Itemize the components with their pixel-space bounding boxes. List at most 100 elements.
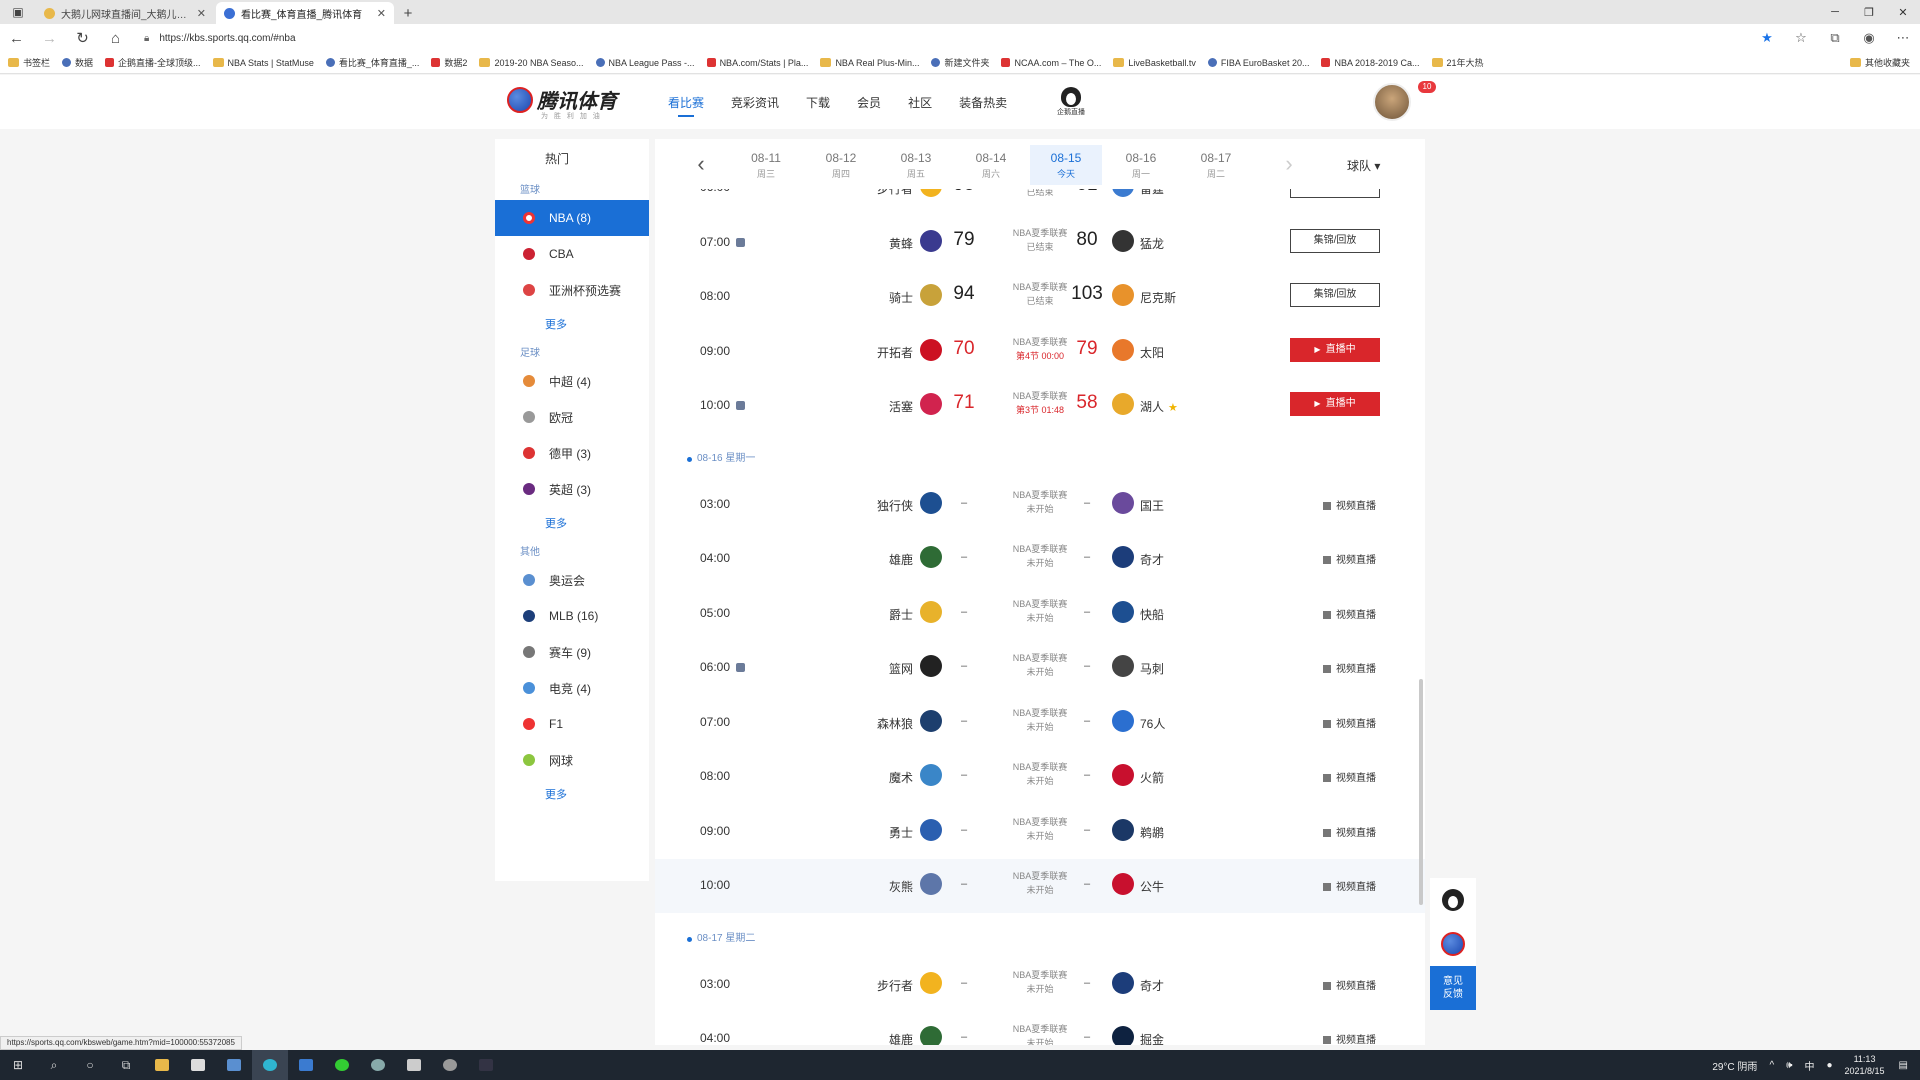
- video-live-link[interactable]: 视频直播: [1323, 977, 1376, 992]
- bookmark-item[interactable]: 2019-20 NBA Seaso...: [479, 56, 584, 69]
- home-team-name[interactable]: 爵士: [833, 606, 913, 623]
- url-field[interactable]: 🔒︎ https://kbs.sports.qq.com/#nba: [144, 27, 1684, 49]
- home-team-name[interactable]: 森林狼: [833, 715, 913, 732]
- home-team-logo-icon[interactable]: [920, 393, 942, 415]
- video-live-link[interactable]: 视频直播: [1323, 606, 1376, 621]
- date-tab[interactable]: 08-16 周一: [1105, 145, 1177, 185]
- video-live-link[interactable]: 视频直播: [1323, 551, 1376, 566]
- more-menu-icon[interactable]: ⋯: [1886, 30, 1920, 46]
- site-logo[interactable]: 腾讯体育 为 胜 利 加 油: [507, 85, 617, 120]
- home-team-name[interactable]: 独行侠: [833, 497, 913, 514]
- favorite-star-icon[interactable]: ★: [1168, 402, 1178, 414]
- game-row[interactable]: 09:00 勇士 – NBA夏季联赛 未开始 – 鹈鹕 视频直播: [655, 805, 1425, 859]
- more-other-link[interactable]: 更多: [495, 778, 649, 810]
- date-tab[interactable]: 08-13 周五: [880, 145, 952, 185]
- away-team-logo-icon[interactable]: [1112, 284, 1134, 306]
- away-team-name[interactable]: 奇才: [1140, 551, 1164, 568]
- collections-icon[interactable]: ⧉: [1818, 30, 1852, 46]
- scrollbar-thumb[interactable]: [1419, 679, 1423, 905]
- home-team-logo-icon[interactable]: [920, 655, 942, 677]
- sidebar-item[interactable]: MLB (16): [495, 598, 649, 634]
- antivirus-icon[interactable]: ●: [1826, 1060, 1832, 1071]
- video-live-link[interactable]: 视频直播: [1323, 497, 1376, 512]
- home-team-name[interactable]: 魔术: [833, 769, 913, 786]
- bookmark-item[interactable]: 书签栏: [8, 56, 50, 69]
- steam-icon[interactable]: [360, 1050, 396, 1080]
- away-team-name[interactable]: 鹈鹕: [1140, 824, 1164, 841]
- away-team-logo-icon[interactable]: [1112, 338, 1134, 361]
- tray-chevron-icon[interactable]: ^: [1769, 1060, 1774, 1071]
- sidebar-item[interactable]: CBA: [495, 236, 649, 272]
- game-row[interactable]: 03:00 步行者 – NBA夏季联赛 未开始 – 奇才 视频直播: [655, 958, 1425, 1012]
- away-team-name[interactable]: 湖人 ★: [1140, 398, 1178, 415]
- bookmark-item[interactable]: NBA League Pass -...: [595, 56, 695, 69]
- video-live-link[interactable]: 视频直播: [1323, 824, 1376, 839]
- home-team-logo-icon[interactable]: [920, 284, 942, 306]
- bookmark-item[interactable]: NCAA.com – The O...: [1001, 56, 1101, 69]
- sidebar-item[interactable]: 电竞 (4): [495, 670, 649, 706]
- away-team-name[interactable]: 太阳: [1140, 344, 1164, 361]
- home-team-logo-icon[interactable]: [920, 546, 942, 568]
- prev-date-arrow-icon[interactable]: ‹: [689, 149, 713, 179]
- home-team-logo-icon[interactable]: [920, 873, 942, 895]
- date-tab[interactable]: 08-14 周六: [955, 145, 1027, 185]
- profile-icon[interactable]: ◉: [1852, 30, 1886, 46]
- away-team-name[interactable]: 猛龙: [1140, 235, 1164, 252]
- bookmark-item[interactable]: NBA Real Plus-Min...: [820, 56, 919, 69]
- away-team-logo-icon[interactable]: [1112, 818, 1134, 841]
- team-filter-dropdown[interactable]: 球队 ▾: [1347, 157, 1380, 174]
- video-live-link[interactable]: 视频直播: [1323, 1031, 1376, 1045]
- minimize-icon[interactable]: ─: [1818, 0, 1852, 24]
- game-row[interactable]: 08:00 骑士 94 NBA夏季联赛 已结束 103 尼克斯 集锦/回放: [655, 270, 1425, 324]
- home-team-name[interactable]: 步行者: [833, 977, 913, 994]
- game-row[interactable]: 07:00 森林狼 – NBA夏季联赛 未开始 –76人 视频直播: [655, 696, 1425, 750]
- away-team-logo-icon[interactable]: [1112, 764, 1134, 786]
- bookmark-item[interactable]: 数据: [62, 56, 93, 69]
- nav-item[interactable]: 会员: [857, 75, 881, 129]
- bookmark-item[interactable]: 新建文件夹: [931, 56, 989, 69]
- home-team-name[interactable]: 活塞: [833, 398, 913, 415]
- away-team-logo-icon[interactable]: [1112, 600, 1134, 623]
- away-team-logo-icon[interactable]: [1112, 709, 1134, 732]
- away-team-name[interactable]: 奇才: [1140, 977, 1164, 994]
- game-row[interactable]: 05:00 爵士 – NBA夏季联赛 未开始 – 快船 视频直播: [655, 587, 1425, 641]
- home-team-name[interactable]: 勇士: [833, 824, 913, 841]
- close-tab-icon[interactable]: ✕: [377, 7, 386, 20]
- home-team-name[interactable]: 雄鹿: [833, 551, 913, 568]
- more-basketball-link[interactable]: 更多: [495, 308, 649, 340]
- home-team-name[interactable]: 开拓者: [833, 344, 913, 361]
- nav-item[interactable]: 看比赛: [668, 75, 704, 129]
- away-team-logo-icon[interactable]: [1112, 491, 1134, 514]
- weather-text[interactable]: 29°C 阴雨: [1712, 1058, 1757, 1073]
- bookmark-item[interactable]: FIBA EuroBasket 20...: [1207, 56, 1309, 69]
- away-team-logo-icon[interactable]: [1112, 393, 1134, 415]
- bookmark-item[interactable]: 21年大热: [1431, 56, 1484, 69]
- home-team-logo-icon[interactable]: [920, 764, 942, 786]
- bookmark-item[interactable]: NBA.com/Stats | Pla...: [706, 56, 808, 69]
- replay-button[interactable]: 集锦/回放: [1290, 228, 1380, 253]
- sidebar-hot[interactable]: 热门: [495, 139, 649, 177]
- game-row[interactable]: 09:00开拓者70NBA夏季联赛第4节 00:0079太阳直播中: [655, 325, 1425, 379]
- penguin-live-link[interactable]: 企鹅直播: [1055, 87, 1087, 117]
- sidebar-item[interactable]: 中超 (4): [495, 363, 649, 399]
- home-team-name[interactable]: 骑士: [833, 289, 913, 306]
- sidebar-item[interactable]: 亚洲杯预选赛: [495, 272, 649, 308]
- clock[interactable]: 11:13 2021/8/15: [1845, 1053, 1885, 1077]
- video-live-link[interactable]: 视频直播: [1323, 769, 1376, 784]
- away-team-logo-icon[interactable]: [1112, 229, 1134, 252]
- bookmark-item[interactable]: 数据2: [431, 56, 467, 69]
- home-team-logo-icon[interactable]: [920, 338, 942, 361]
- sidebar-item[interactable]: 奥运会: [495, 562, 649, 598]
- feedback-button[interactable]: 意见 反馈: [1430, 966, 1476, 1010]
- refresh-icon[interactable]: ↻: [66, 24, 99, 52]
- away-team-name[interactable]: 快船: [1140, 606, 1164, 623]
- live-button[interactable]: 直播中: [1290, 392, 1380, 416]
- bookmark-item[interactable]: 看比赛_体育直播_...: [325, 56, 419, 69]
- home-team-logo-icon[interactable]: [920, 1026, 942, 1045]
- home-icon[interactable]: ⌂: [99, 24, 132, 52]
- bookmark-item[interactable]: NBA Stats | StatMuse: [212, 56, 314, 69]
- favorite-star-icon[interactable]: ★: [1750, 30, 1784, 46]
- sidebar-item[interactable]: 欧冠: [495, 399, 649, 435]
- date-tab[interactable]: 08-11 周三: [730, 145, 802, 185]
- edge-icon[interactable]: [252, 1050, 288, 1080]
